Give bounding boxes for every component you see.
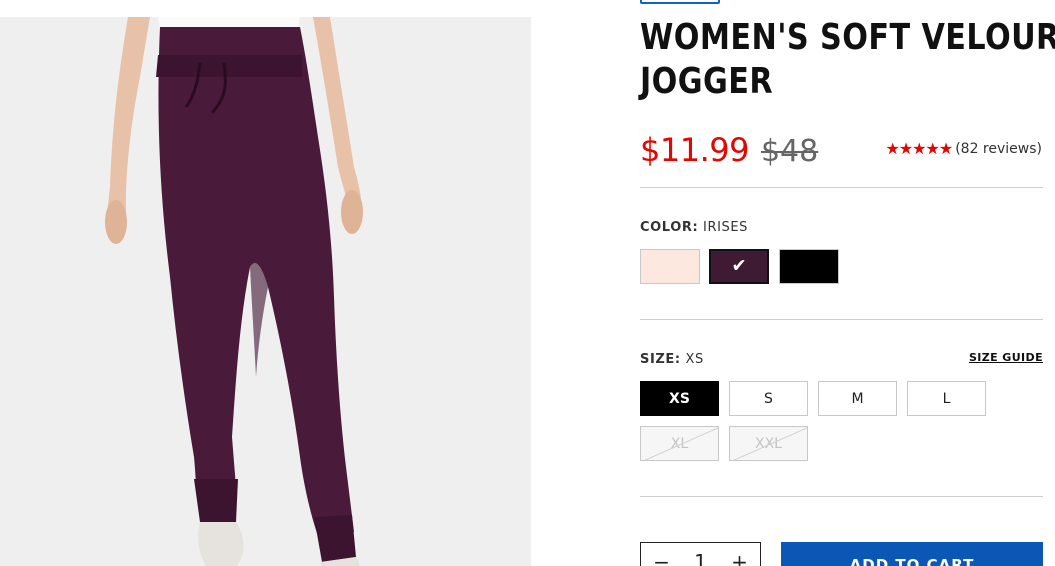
sale-price: $11.99 [640,131,749,169]
product-image[interactable] [0,17,531,566]
size-guide-link[interactable]: SIZE GUIDE [969,351,1043,364]
color-label: COLOR: IRISES [640,220,748,235]
size-option-s[interactable]: S [729,381,808,416]
size-option-xs[interactable]: XS [640,381,719,416]
original-price: $48 [760,134,819,169]
product-title: WOMEN'S SOFT VELOUR JOGGER [640,16,1055,104]
divider [640,496,1043,497]
increase-quantity-button[interactable]: + [731,550,748,566]
color-swatch-blush[interactable] [640,249,700,284]
decrease-quantity-button[interactable]: − [653,550,670,566]
size-option-xl[interactable]: XL [640,426,719,461]
product-title-line1: WOMEN'S SOFT VELOUR [640,17,1055,58]
top-badge [640,0,720,4]
rating[interactable]: ★★★★★ (82 reviews) [885,139,1042,158]
strikethrough-icon [733,427,807,460]
star-rating-icons: ★★★★★ [885,139,953,158]
size-selected-value: XS [685,352,704,367]
divider [640,319,1043,320]
color-selected-value: IRISES [703,220,749,235]
strikethrough-icon [644,427,718,460]
size-label-prefix: SIZE: [640,352,681,367]
price-row: $11.99 $48 [640,131,818,169]
check-icon: ✔ [731,254,747,276]
product-title-line2: JOGGER [640,61,774,102]
size-option-xxl[interactable]: XXL [729,426,808,461]
jogger-illustration [105,17,363,566]
quantity-value[interactable]: 1 [694,550,707,566]
quantity-stepper[interactable]: − 1 + [640,542,761,566]
size-option-m[interactable]: M [818,381,897,416]
size-option-l[interactable]: L [907,381,986,416]
color-swatch-black[interactable] [779,249,839,284]
color-label-prefix: COLOR: [640,220,699,235]
add-to-cart-button[interactable]: ADD TO CART [781,542,1043,566]
color-swatch-irises[interactable]: ✔ [709,249,769,284]
reviews-link[interactable]: (82 reviews) [955,141,1042,157]
size-label: SIZE: XS [640,352,704,367]
divider [640,187,1043,188]
